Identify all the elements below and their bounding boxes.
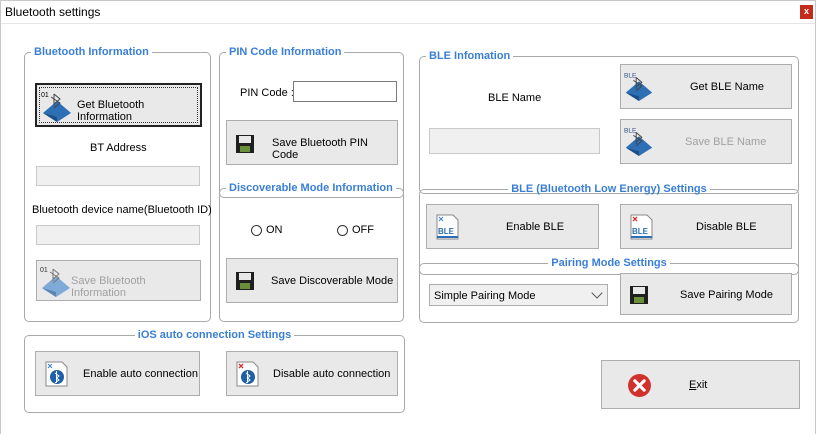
disable-auto-connection-button[interactable]: Disable auto connection bbox=[226, 351, 398, 396]
ble-information-legend: BLE Infomation bbox=[429, 50, 511, 62]
pin-code-label: PIN Code : bbox=[240, 87, 294, 99]
save-pairing-mode-label: Save Pairing Mode bbox=[680, 289, 773, 301]
floppy-disk-icon bbox=[630, 286, 648, 304]
discoverable-on-radio[interactable] bbox=[251, 225, 262, 236]
enable-ble-label: Enable BLE bbox=[506, 221, 565, 233]
save-discoverable-mode-button[interactable]: Save Discoverable Mode bbox=[226, 258, 398, 303]
device-badge-text: 01 bbox=[40, 267, 48, 274]
floppy-disk-icon bbox=[236, 135, 254, 153]
save-ble-name-button[interactable]: BLE Save BLE Name bbox=[620, 119, 792, 164]
ios-auto-connection-legend: iOS auto connection Settings bbox=[137, 329, 292, 341]
save-bluetooth-pin-code-button[interactable]: Save Bluetooth PIN Code bbox=[226, 120, 398, 165]
enable-auto-connection-label: Enable auto connection bbox=[83, 368, 198, 380]
chevron-down-icon bbox=[591, 287, 603, 299]
close-button[interactable]: x bbox=[800, 5, 813, 19]
exit-icon bbox=[628, 374, 651, 397]
bluetooth-device-name-label: Bluetooth device name(Bluetooth ID) bbox=[32, 204, 212, 216]
save-bluetooth-pin-code-label: Save Bluetooth PIN Code bbox=[272, 137, 369, 161]
bluetooth-document-icon bbox=[45, 361, 68, 387]
pairing-mode-legend: Pairing Mode Settings bbox=[551, 257, 667, 269]
discoverable-mode-legend: Discoverable Mode Information bbox=[229, 182, 393, 194]
get-bluetooth-information-label: Get Bluetooth Information bbox=[77, 99, 145, 123]
discoverable-off-label[interactable]: OFF bbox=[352, 224, 374, 236]
save-bluetooth-information-button[interactable]: 01 Save Bluetooth Information bbox=[36, 260, 201, 301]
save-ble-name-label: Save BLE Name bbox=[685, 136, 767, 148]
ble-name-label: BLE Name bbox=[488, 92, 542, 104]
bluetooth-device-icon: 01 bbox=[40, 267, 70, 297]
bluetooth-document-disabled-icon bbox=[236, 361, 259, 387]
ble-document-icon: BLE bbox=[436, 214, 459, 240]
pairing-mode-dropdown[interactable]: Simple Pairing Mode bbox=[429, 284, 608, 306]
enable-auto-connection-button[interactable]: Enable auto connection bbox=[35, 351, 200, 396]
ble-name-field[interactable] bbox=[429, 128, 600, 154]
exit-label-rest: xit bbox=[696, 379, 708, 391]
bluetooth-settings-window: Bluetooth settings x Bluetooth Informati… bbox=[0, 0, 816, 434]
window-title: Bluetooth settings bbox=[5, 5, 101, 19]
discoverable-on-label[interactable]: ON bbox=[266, 224, 283, 236]
save-discoverable-mode-label: Save Discoverable Mode bbox=[271, 275, 394, 287]
save-pairing-mode-button[interactable]: Save Pairing Mode bbox=[620, 273, 792, 315]
device-badge-text: 01 bbox=[41, 92, 49, 99]
get-bluetooth-information-button[interactable]: 01 Get Bluetooth Information bbox=[35, 83, 202, 127]
bluetooth-device-name-field[interactable] bbox=[36, 225, 200, 245]
get-ble-name-button[interactable]: BLE Get BLE Name bbox=[620, 64, 792, 109]
ble-doc-text: BLE bbox=[632, 227, 649, 236]
pin-code-input[interactable] bbox=[293, 81, 397, 102]
exit-label: Exit bbox=[689, 379, 707, 391]
disable-auto-connection-label: Disable auto connection bbox=[273, 368, 391, 380]
bt-address-label: BT Address bbox=[90, 142, 147, 154]
dialog-body: Bluetooth Information 01 Get Bluetooth I… bbox=[1, 24, 815, 434]
pin-code-information-legend: PIN Code Information bbox=[229, 46, 342, 58]
title-bar: Bluetooth settings x bbox=[1, 1, 815, 24]
pairing-mode-selected: Simple Pairing Mode bbox=[434, 290, 536, 302]
bluetooth-device-icon: 01 bbox=[41, 92, 71, 122]
disable-ble-label: Disable BLE bbox=[696, 221, 757, 233]
ble-settings-legend: BLE (Bluetooth Low Energy) Settings bbox=[511, 183, 707, 195]
disable-ble-button[interactable]: BLE Disable BLE bbox=[620, 204, 792, 249]
exit-button[interactable]: Exit bbox=[601, 360, 800, 409]
save-bluetooth-information-label: Save Bluetooth Information bbox=[71, 275, 146, 299]
discoverable-off-radio[interactable] bbox=[337, 225, 348, 236]
ble-device-icon: BLE bbox=[624, 128, 653, 157]
bluetooth-information-legend: Bluetooth Information bbox=[34, 46, 149, 58]
ble-badge-text: BLE bbox=[624, 73, 637, 80]
ble-badge-text: BLE bbox=[624, 128, 637, 135]
enable-ble-button[interactable]: BLE Enable BLE bbox=[426, 204, 599, 249]
bt-address-field[interactable] bbox=[36, 166, 200, 186]
ble-document-disabled-icon: BLE bbox=[630, 214, 653, 240]
ble-device-icon: BLE bbox=[624, 73, 653, 102]
get-ble-name-label: Get BLE Name bbox=[690, 81, 764, 93]
ble-doc-text: BLE bbox=[438, 227, 455, 236]
floppy-disk-icon bbox=[236, 272, 254, 290]
